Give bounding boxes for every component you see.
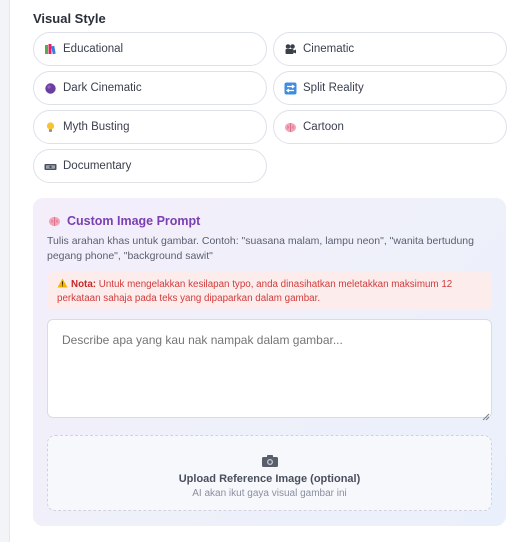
custom-prompt-textarea[interactable] xyxy=(47,319,492,418)
upload-title: Upload Reference Image (optional) xyxy=(178,473,361,485)
style-option-myth-busting[interactable]: Myth Busting xyxy=(33,110,267,144)
style-option-educational[interactable]: Educational xyxy=(33,32,267,66)
style-option-label: Dark Cinematic xyxy=(63,82,142,94)
style-option-cartoon[interactable]: Cartoon xyxy=(273,110,507,144)
style-option-label: Cinematic xyxy=(303,43,355,55)
style-option-documentary[interactable]: Documentary xyxy=(33,149,267,183)
split-icon xyxy=(284,82,297,95)
left-sidebar-edge xyxy=(0,0,10,542)
style-option-label: Myth Busting xyxy=(63,121,130,133)
style-option-split-reality[interactable]: Split Reality xyxy=(273,71,507,105)
brain-icon xyxy=(48,215,61,228)
note-label: Nota: xyxy=(71,279,97,290)
visual-style-heading: Visual Style xyxy=(33,11,106,26)
lightbulb-icon xyxy=(44,121,57,134)
upload-subtitle: AI akan ikut gaya visual gambar ini xyxy=(192,488,347,499)
warning-icon xyxy=(57,278,68,288)
style-option-dark-cinematic[interactable]: Dark Cinematic xyxy=(33,71,267,105)
purple-circle-icon xyxy=(44,82,57,95)
note-text: Untuk mengelakkan kesilapan typo, anda d… xyxy=(57,279,453,304)
style-option-cinematic[interactable]: Cinematic xyxy=(273,32,507,66)
upload-reference-image-dropzone[interactable]: Upload Reference Image (optional) AI aka… xyxy=(47,435,492,511)
custom-prompt-title: Custom Image Prompt xyxy=(67,214,201,228)
brain-icon xyxy=(284,121,297,134)
custom-prompt-description: Tulis arahan khas untuk gambar. Contoh: … xyxy=(47,235,474,262)
camera-icon xyxy=(261,454,279,468)
style-option-label: Split Reality xyxy=(303,82,364,94)
style-option-label: Documentary xyxy=(63,160,132,172)
custom-image-prompt-card: Custom Image Prompt Tulis arahan khas un… xyxy=(33,198,506,526)
style-option-label: Educational xyxy=(63,43,124,55)
video-camera-icon xyxy=(44,160,57,173)
film-camera-icon xyxy=(284,43,297,56)
typo-warning-note: Nota: Untuk mengelakkan kesilapan typo, … xyxy=(47,272,492,310)
style-option-label: Cartoon xyxy=(303,121,344,133)
custom-prompt-header: Custom Image Prompt xyxy=(48,214,200,228)
books-icon xyxy=(44,43,57,56)
textarea-resize-handle[interactable] xyxy=(482,408,490,421)
